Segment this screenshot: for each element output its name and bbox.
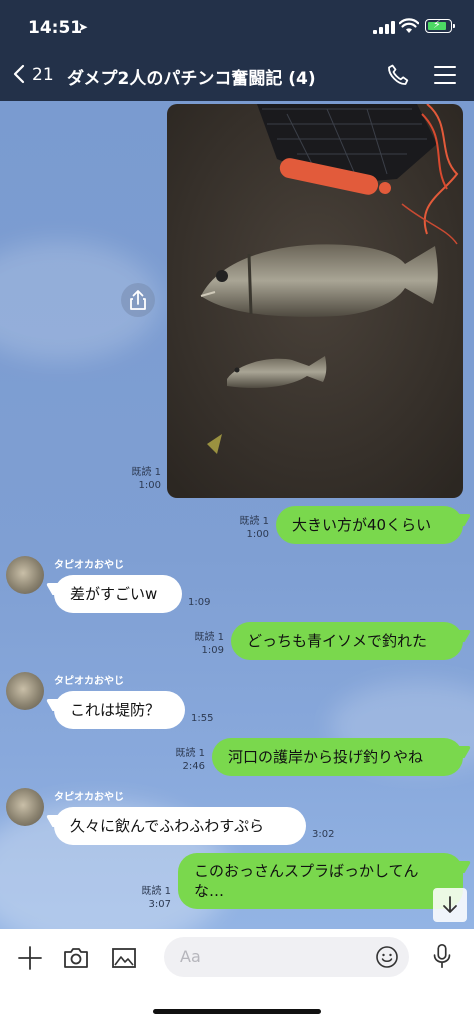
message-input-placeholder: Aa [180,947,201,966]
message-read-meta: 既読 1 1:00 [239,516,269,540]
sender-avatar[interactable] [6,672,44,710]
message-time: 3:02 [312,829,335,840]
phone-icon[interactable] [386,63,410,87]
chat-title: ダメプ2人のパチンコ奮闘記 (4) [67,69,316,89]
plus-icon[interactable] [16,944,44,972]
sender-avatar[interactable] [6,788,44,826]
microphone-icon[interactable] [428,942,456,970]
menu-icon[interactable] [434,66,456,84]
chat-header: 14:51 ➤ ⚡ 21 ダメプ2人のパチンコ奮闘記 (4) [0,0,474,101]
received-message-bubble[interactable]: 久々に飲んでふわふわすぷら [54,807,306,845]
sender-name: タピオカおやじ [54,560,124,571]
message-input[interactable]: Aa [164,937,409,977]
sender-avatar[interactable] [6,556,44,594]
image-icon[interactable] [110,944,138,972]
battery-icon: ⚡ [425,18,455,33]
location-arrow-icon: ➤ [78,20,89,34]
camera-icon[interactable] [62,944,90,972]
message-read-meta: 既読 1 3:07 [141,886,171,910]
sent-message-bubble[interactable]: どっちも青イソメで釣れた [231,622,463,660]
message-read-meta: 既読 1 1:09 [194,632,224,656]
message-time: 1:55 [191,713,214,724]
sent-message-bubble[interactable]: このおっさんスプラばっかしてんな… [178,853,463,909]
wifi-icon [399,18,419,33]
received-message-bubble[interactable]: 差がすごいw [54,575,182,613]
fish-photo[interactable] [167,104,463,498]
back-chevron-icon[interactable] [12,64,26,84]
image-read-meta: 既読 1 1:00 [131,467,161,491]
received-message-bubble[interactable]: これは堤防？ [54,691,185,729]
sent-message-bubble[interactable]: 河口の護岸から投げ釣りやね [212,738,463,776]
sender-name: タピオカおやじ [54,676,124,687]
home-indicator [153,1009,321,1014]
signal-icon [373,21,395,34]
scroll-down-arrow-icon[interactable] [433,888,467,922]
sent-message-bubble[interactable]: 大きい方が40くらい [276,506,463,544]
emoji-icon[interactable] [375,945,399,969]
back-unread-count[interactable]: 21 [32,65,54,85]
message-read-meta: 既読 1 2:46 [175,748,205,772]
chat-area[interactable]: 既読 1 1:00 既読 1 1:00 大きい方が40くらい タピオカおやじ 差がす… [0,101,474,929]
message-time: 1:09 [188,597,211,608]
sender-name: タピオカおやじ [54,792,124,803]
message-input-bar: Aa [0,929,474,1024]
status-time: 14:51 [28,18,83,38]
share-icon[interactable] [121,283,155,317]
